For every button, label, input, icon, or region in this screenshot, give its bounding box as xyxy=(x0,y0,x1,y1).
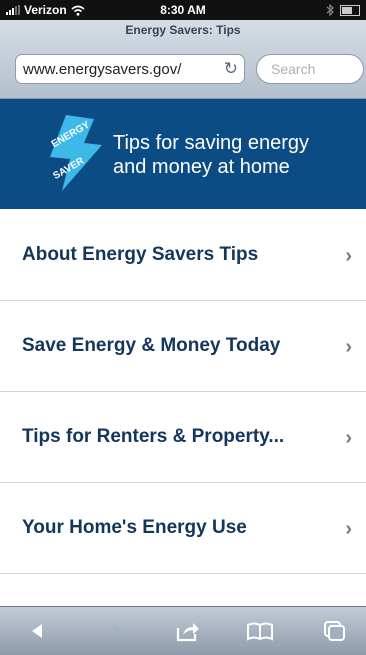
status-bar: Verizon 8:30 AM xyxy=(0,0,366,20)
status-right xyxy=(326,4,360,16)
reload-icon[interactable]: ↻ xyxy=(224,59,238,79)
banner-line-1: Tips for saving energy xyxy=(113,132,310,154)
chevron-right-icon: › xyxy=(345,245,352,267)
banner-line-2: and money at home xyxy=(113,156,290,178)
page-title: Energy Savers: Tips xyxy=(125,23,241,37)
menu-list: About Energy Savers Tips › Save Energy &… xyxy=(0,210,366,574)
list-item-about[interactable]: About Energy Savers Tips › xyxy=(0,210,366,301)
back-button[interactable] xyxy=(14,607,62,655)
list-item-home-energy[interactable]: Your Home's Energy Use › xyxy=(0,483,366,574)
status-time: 8:30 AM xyxy=(160,3,206,17)
search-placeholder: Search xyxy=(271,61,316,77)
banner-text: Tips for saving energy and money at home xyxy=(113,131,309,179)
url-field[interactable]: www.energysavers.gov/ ↻ xyxy=(15,54,245,84)
list-item-label: Tips for Renters & Property... xyxy=(22,426,285,447)
forward-icon xyxy=(113,624,123,638)
list-item-renters[interactable]: Tips for Renters & Property... › xyxy=(0,392,366,483)
search-input[interactable]: Search xyxy=(256,54,364,84)
back-icon xyxy=(32,624,42,638)
tabs-icon xyxy=(324,621,345,641)
chevron-right-icon: › xyxy=(345,336,352,358)
forward-button[interactable] xyxy=(93,607,141,655)
chevron-right-icon: › xyxy=(345,518,352,540)
energy-saver-banner[interactable]: ENERGY SAVER Tips for saving energy and … xyxy=(0,99,366,209)
browser-header: Energy Savers: Tips www.energysavers.gov… xyxy=(0,20,366,99)
share-button[interactable] xyxy=(164,607,212,655)
bookmarks-button[interactable] xyxy=(236,607,284,655)
bookmarks-icon xyxy=(247,622,273,641)
bluetooth-icon xyxy=(326,4,334,16)
chevron-right-icon: › xyxy=(345,427,352,449)
energy-saver-logo: ENERGY SAVER xyxy=(50,115,102,191)
battery-icon xyxy=(340,4,360,16)
share-icon xyxy=(176,623,199,642)
list-item-label: Save Energy & Money Today xyxy=(22,335,281,356)
tabs-button[interactable] xyxy=(310,607,358,655)
url-text: www.energysavers.gov/ xyxy=(23,60,182,78)
browser-toolbar xyxy=(0,606,366,655)
list-item-label: Your Home's Energy Use xyxy=(22,517,247,538)
list-item-label: About Energy Savers Tips xyxy=(22,244,259,265)
list-item-save-energy[interactable]: Save Energy & Money Today › xyxy=(0,301,366,392)
